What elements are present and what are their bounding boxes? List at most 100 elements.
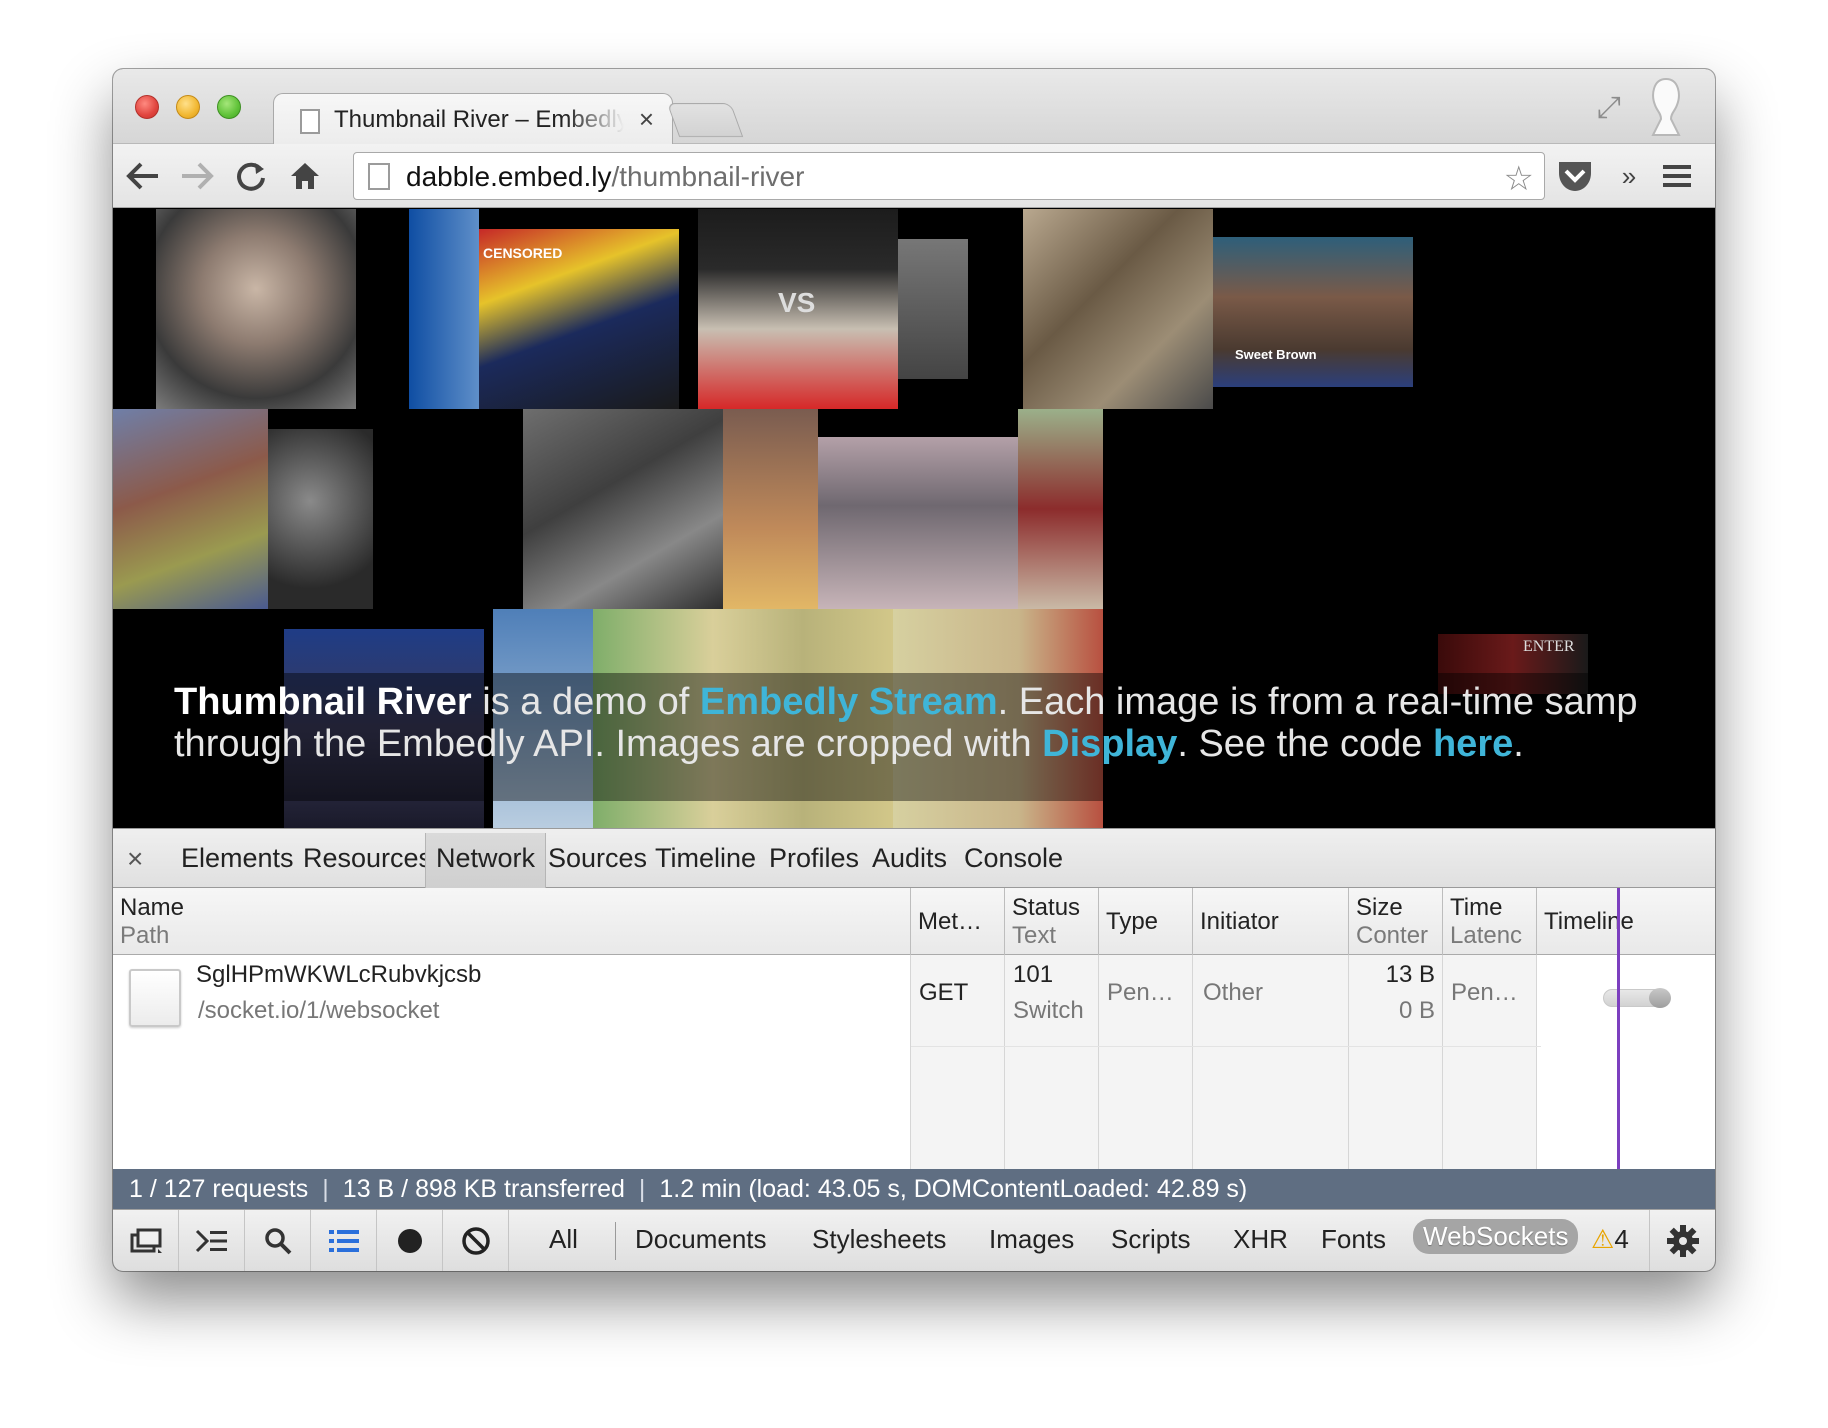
column-header-time[interactable]: Time Latenc [1443, 888, 1537, 955]
clear-icon[interactable] [443, 1210, 509, 1271]
tab-console[interactable]: Console [964, 843, 1063, 874]
forward-icon[interactable] [175, 154, 219, 198]
thumbnail-image [268, 429, 373, 609]
address-bar[interactable]: dabble.embed.ly/thumbnail-river ☆ [353, 152, 1545, 200]
column-header-sublabel: Latenc [1450, 922, 1523, 949]
request-type: Pen… [1107, 979, 1174, 1006]
filter-separator [615, 1222, 616, 1260]
new-tab-button[interactable] [666, 103, 744, 137]
tab-sources[interactable]: Sources [548, 843, 647, 874]
filter-stylesheets[interactable]: Stylesheets [812, 1224, 946, 1255]
request-status-text: Switch [1013, 997, 1084, 1024]
tab-title: Thumbnail River – Embedly [334, 106, 624, 133]
column-header-name[interactable]: Name Path [113, 888, 911, 955]
network-table-body: SglHPmWKWLcRubvkjcsb /socket.io/1/websoc… [113, 955, 1715, 1169]
filter-scripts[interactable]: Scripts [1111, 1224, 1190, 1255]
caption-text: through the Embedly API. Images are crop… [174, 723, 1043, 765]
filter-xhr[interactable]: XHR [1233, 1224, 1288, 1255]
filter-websockets[interactable]: WebSockets [1413, 1219, 1579, 1254]
reload-icon[interactable] [229, 154, 273, 198]
page-caption: Thumbnail River is a demo of Embedly Str… [174, 681, 1715, 765]
browser-window: Thumbnail River – Embedly × ⤢ dabble.emb… [113, 69, 1715, 1271]
summary-timing: 1.2 min (load: 43.05 s, DOMContentLoaded… [659, 1175, 1248, 1203]
page-icon [300, 109, 320, 134]
search-icon[interactable] [245, 1210, 311, 1271]
minimize-window-button[interactable] [176, 95, 200, 119]
home-icon[interactable] [283, 154, 327, 198]
close-window-button[interactable] [135, 95, 159, 119]
column-header-type[interactable]: Type [1099, 888, 1193, 955]
bookmark-star-icon[interactable]: ☆ [1504, 159, 1534, 199]
summary-separator: | [638, 1175, 646, 1203]
tab-resources[interactable]: Resources [303, 843, 432, 874]
filter-documents[interactable]: Documents [635, 1224, 767, 1255]
title-bar: Thumbnail River – Embedly × ⤢ [113, 69, 1715, 145]
column-header-label: Size [1356, 894, 1403, 921]
column-header-size[interactable]: Size Conter [1349, 888, 1443, 955]
thumbnail-image [818, 437, 1018, 609]
here-link[interactable]: here [1433, 723, 1513, 765]
column-header-initiator[interactable]: Initiator [1193, 888, 1349, 955]
thumbnail-image [156, 209, 356, 409]
request-status: 101 [1013, 961, 1054, 988]
back-icon[interactable] [121, 154, 165, 198]
warning-icon: ⚠ [1591, 1224, 1615, 1254]
filter-all[interactable]: All [549, 1224, 578, 1255]
close-devtools-icon[interactable]: × [127, 843, 143, 875]
large-rows-icon[interactable] [311, 1210, 377, 1271]
page-icon [368, 163, 390, 190]
thumbnail-text: CENSORED [483, 245, 563, 261]
warnings-counter[interactable]: ⚠4 [1591, 1224, 1629, 1255]
thumbnail-image [523, 409, 723, 609]
column-header-timeline[interactable]: Timeline [1537, 888, 1715, 955]
network-summary-bar: 1 / 127 requests | 13 B / 898 KB transferr… [113, 1169, 1715, 1209]
warnings-count: 4 [1614, 1224, 1629, 1254]
console-drawer-icon[interactable] [179, 1210, 245, 1271]
request-path: /socket.io/1/websocket [198, 997, 440, 1024]
pocket-icon[interactable] [1553, 154, 1597, 198]
url-host: dabble.embed.ly [406, 161, 612, 192]
summary-requests: 1 / 127 requests [129, 1175, 309, 1203]
request-method: GET [919, 979, 969, 1006]
web-page-content: CENSORED VS Sweet Brown ENTER Thumbnail … [113, 209, 1715, 828]
thumbnail-text: Sweet Brown [1235, 347, 1317, 362]
devtools-panel: × Elements Resources Network Sources Tim… [113, 828, 1715, 1271]
tab-close-icon[interactable]: × [639, 104, 654, 135]
tab-network[interactable]: Network [425, 833, 547, 888]
fullscreen-icon[interactable]: ⤢ [1597, 91, 1621, 125]
thumbnail-image: CENSORED [479, 229, 679, 409]
caption-text: . [1513, 723, 1524, 765]
row-divider [911, 1046, 1541, 1047]
profile-icon[interactable] [1643, 75, 1689, 139]
timeline-bar-end [1649, 988, 1671, 1008]
display-link[interactable]: Display [1042, 723, 1177, 765]
network-table-header: Name Path Met… Status Text Type Initiator … [113, 888, 1715, 955]
request-time: Pen… [1451, 979, 1518, 1006]
url-path: /thumbnail-river [611, 161, 805, 192]
gear-icon[interactable] [1649, 1210, 1715, 1271]
thumbnail-image [898, 239, 968, 379]
browser-tab[interactable]: Thumbnail River – Embedly × [273, 93, 673, 145]
request-content-size: 0 B [1398, 997, 1435, 1024]
column-header-sublabel: Conter [1356, 922, 1429, 949]
request-name: SglHPmWKWLcRubvkjcsb [196, 961, 482, 988]
tab-profiles[interactable]: Profiles [769, 843, 859, 874]
tab-timeline[interactable]: Timeline [655, 843, 756, 874]
thumbnail-image [1023, 209, 1213, 409]
dock-icon[interactable] [113, 1210, 179, 1271]
menu-icon[interactable] [1655, 154, 1699, 198]
file-icon [129, 969, 181, 1027]
record-icon[interactable] [377, 1210, 443, 1271]
devtools-tab-bar: × Elements Resources Network Sources Tim… [113, 828, 1715, 888]
column-header-status[interactable]: Status Text [1005, 888, 1099, 955]
tab-audits[interactable]: Audits [872, 843, 947, 874]
filter-images[interactable]: Images [989, 1224, 1074, 1255]
embedly-stream-link[interactable]: Embedly Stream [700, 681, 998, 723]
extensions-overflow-icon[interactable]: » [1607, 154, 1651, 198]
thumbnail-text: ENTER [1523, 638, 1575, 655]
column-header-method[interactable]: Met… [911, 888, 1005, 955]
tab-elements[interactable]: Elements [181, 843, 294, 874]
filter-fonts[interactable]: Fonts [1321, 1224, 1386, 1255]
column-header-label: Time [1450, 894, 1503, 921]
zoom-window-button[interactable] [217, 95, 241, 119]
